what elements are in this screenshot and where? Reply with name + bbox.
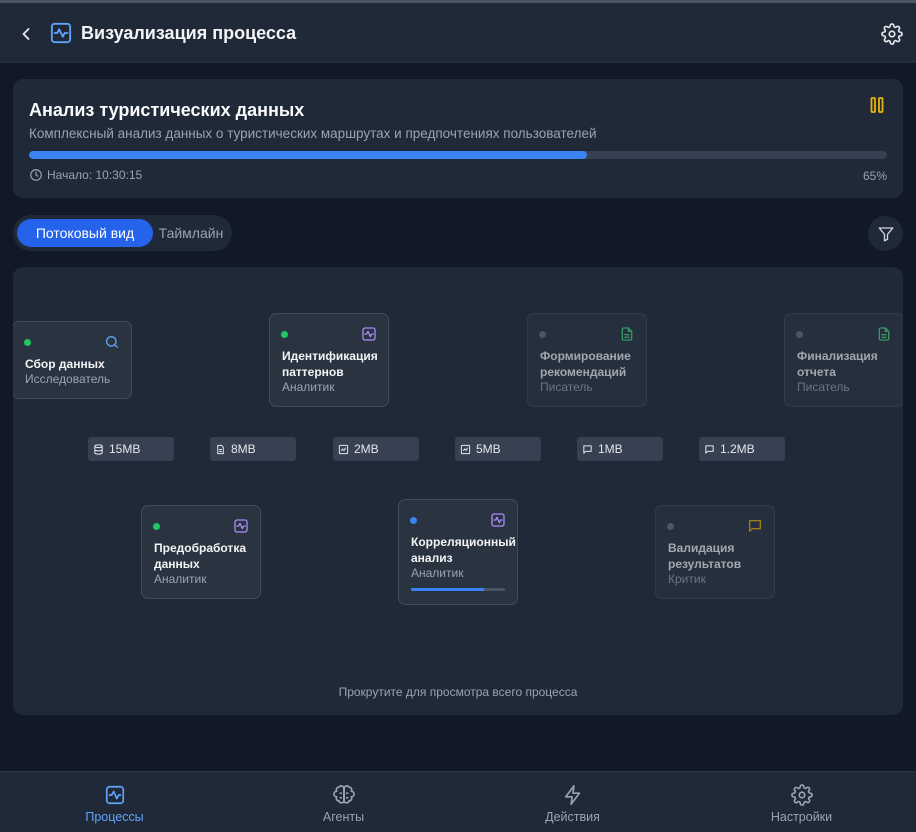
transfer-size: 5MB [476, 442, 501, 456]
nav-actions[interactable]: Действия [458, 772, 687, 832]
nav-processes[interactable]: Процессы [0, 772, 229, 832]
transfer-pill: 1.2MB [699, 437, 785, 461]
start-time-label: Начало: 10:30:15 [47, 168, 143, 182]
status-dot [281, 331, 288, 338]
brain-icon [332, 785, 355, 804]
message-icon [583, 444, 592, 454]
transfer-size: 2MB [354, 442, 379, 456]
activity-icon [362, 327, 376, 341]
nav-label: Процессы [85, 810, 144, 824]
activity-icon [234, 519, 248, 533]
flow-view-tab[interactable]: Потоковый вид [17, 219, 153, 247]
node-name: Финализация отчета [797, 349, 878, 379]
flow-node-active[interactable]: Корреляционный анализ Аналитик [398, 499, 518, 605]
bottom-nav: Процессы Агенты Действия Настройки [0, 771, 916, 832]
transfer-pill: 2MB [333, 437, 419, 461]
pause-icon [870, 97, 884, 113]
activity-icon [50, 22, 72, 44]
filter-button[interactable] [868, 216, 903, 251]
flow-node[interactable]: Валидация результатов Критик [655, 505, 775, 599]
process-card: Анализ туристических данных Комплексный … [13, 79, 903, 198]
status-dot [667, 523, 674, 530]
flow-node[interactable]: Сбор данных Исследователь [13, 321, 132, 399]
transfer-pill: 8MB [210, 437, 296, 461]
nav-agents[interactable]: Агенты [229, 772, 458, 832]
node-progress-bar [411, 588, 505, 591]
node-progress-fill [411, 588, 485, 591]
nav-label: Настройки [770, 810, 833, 824]
nav-settings[interactable]: Настройки [687, 772, 916, 832]
activity-icon [491, 513, 505, 527]
pause-button[interactable] [869, 96, 885, 114]
transfer-pill: 5MB [455, 437, 541, 461]
chart-icon [338, 444, 349, 454]
node-name: Сбор данных [25, 357, 105, 371]
status-dot [796, 331, 803, 338]
settings-button[interactable] [881, 23, 905, 47]
gear-icon [881, 23, 903, 45]
transfer-size: 1MB [598, 442, 623, 456]
process-progress-bar [29, 151, 887, 159]
transfer-pill: 1MB [577, 437, 663, 461]
lightning-icon [564, 785, 580, 805]
chat-icon [749, 520, 761, 532]
status-dot [539, 331, 546, 338]
node-role: Аналитик [282, 380, 335, 394]
flow-node[interactable]: Идентификация паттернов Аналитик [269, 313, 389, 407]
timeline-tab[interactable]: Таймлайн [153, 219, 229, 247]
file-icon [217, 444, 224, 454]
process-description: Комплексный анализ данных о туристически… [29, 126, 597, 141]
status-dot [410, 517, 417, 524]
node-name: Формирование рекомендаций [540, 349, 631, 379]
node-role: Критик [668, 572, 706, 586]
status-dot [153, 523, 160, 530]
flow-node[interactable]: Предобработка данных Аналитик [141, 505, 261, 599]
nav-label: Действия [545, 810, 600, 824]
node-name: Идентификация паттернов [282, 349, 378, 379]
node-role: Писатель [540, 380, 593, 394]
start-time: Начало: 10:30:15 [29, 168, 142, 182]
filter-icon [878, 226, 893, 241]
chart-icon [460, 444, 471, 454]
node-role: Аналитик [154, 572, 207, 586]
clock-icon [30, 169, 42, 181]
node-role: Аналитик [411, 566, 464, 580]
flow-node[interactable]: Финализация отчета Писатель [784, 313, 903, 407]
scroll-hint: Прокрутите для просмотра всего процесса [338, 685, 578, 699]
transfer-size: 8MB [231, 442, 256, 456]
nav-label: Агенты [322, 810, 365, 824]
flow-canvas[interactable]: Сбор данных Исследователь Предобработка … [13, 267, 903, 715]
node-name: Валидация результатов [668, 541, 742, 571]
progress-percent: 65% [862, 169, 887, 183]
process-progress-fill [29, 151, 587, 159]
gear-icon [790, 784, 813, 806]
search-icon [106, 336, 118, 348]
view-toggle: Потоковый вид Таймлайн [13, 215, 232, 251]
transfer-size: 15MB [109, 442, 141, 456]
app-header: Визуализация процесса [0, 3, 916, 63]
transfer-pill: 15MB [88, 437, 174, 461]
node-role: Писатель [797, 380, 850, 394]
back-button[interactable] [14, 22, 38, 46]
process-title: Анализ туристических данных [29, 100, 305, 120]
flow-node[interactable]: Формирование рекомендаций Писатель [527, 313, 647, 407]
activity-icon [105, 785, 124, 805]
node-role: Исследователь [25, 372, 111, 386]
status-dot [24, 339, 31, 346]
transfer-size: 1.2MB [720, 442, 755, 456]
message-icon [705, 444, 714, 454]
chevron-left-icon [22, 28, 30, 40]
node-name: Корреляционный анализ [411, 535, 516, 565]
document-icon [878, 327, 890, 341]
database-icon [94, 443, 103, 455]
document-icon [621, 327, 633, 341]
page-title: Визуализация процесса [81, 23, 297, 43]
node-name: Предобработка данных [154, 541, 246, 571]
